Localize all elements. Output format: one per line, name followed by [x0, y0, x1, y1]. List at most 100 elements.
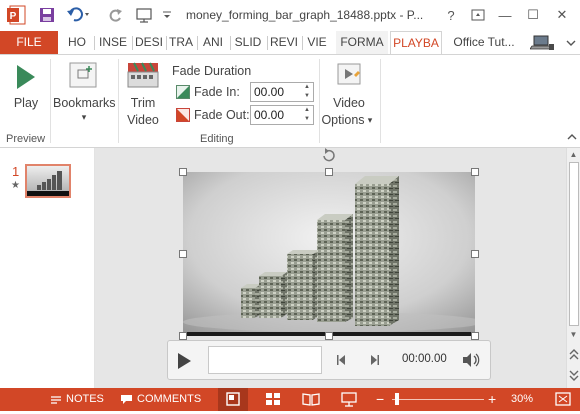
video-frame[interactable]: [183, 172, 475, 336]
maximize-button[interactable]: ☐: [522, 4, 544, 26]
tab-design[interactable]: DESI: [134, 31, 164, 54]
normal-view-button[interactable]: [218, 388, 248, 411]
chevron-down-icon[interactable]: [565, 37, 577, 49]
add-bookmark-icon[interactable]: [67, 61, 99, 89]
resize-handle-e[interactable]: [471, 250, 479, 258]
video-options-line1[interactable]: Video: [322, 95, 376, 111]
tab-review[interactable]: REVI: [269, 31, 299, 54]
account-avatar-icon[interactable]: [529, 34, 556, 52]
tab-slideshow[interactable]: SLID: [232, 31, 264, 54]
group-label-editing: Editing: [200, 133, 234, 145]
qat-customize-icon[interactable]: [160, 5, 174, 25]
zoom-out-button[interactable]: −: [376, 392, 384, 406]
window-title: money_forming_bar_graph_18488.pptx - P..…: [186, 8, 424, 22]
reading-view-button[interactable]: [296, 388, 326, 411]
next-slide-icon[interactable]: [568, 368, 580, 382]
reading-view-icon: [302, 393, 320, 406]
comments-label: COMMENTS: [137, 393, 202, 405]
status-bar: NOTES COMMENTS − + 30%: [0, 388, 580, 411]
notes-icon: [51, 395, 61, 404]
scroll-down-icon[interactable]: ▼: [568, 330, 579, 340]
zoom-slider-thumb[interactable]: [395, 393, 399, 405]
resize-handle-ne[interactable]: [471, 168, 479, 176]
resize-handle-se[interactable]: [471, 332, 479, 340]
slide-thumbnail-pane: 1 ★: [0, 148, 95, 388]
slide-thumbnail[interactable]: [25, 164, 71, 198]
vertical-scrollbar[interactable]: ▲ ▼: [566, 148, 580, 388]
scroll-thumb[interactable]: [569, 162, 579, 326]
comments-button[interactable]: COMMENTS: [120, 388, 201, 411]
bar-3: [287, 250, 319, 320]
svg-text:P: P: [10, 11, 17, 22]
save-icon[interactable]: [36, 5, 58, 25]
ribbon-tabs: FILE HO INSE DESI TRA ANI SLID REVI VIE …: [0, 31, 580, 55]
playback-time: 00:00.00: [402, 353, 447, 365]
progress-bar[interactable]: [208, 346, 322, 374]
redo-icon[interactable]: [106, 5, 126, 25]
move-forward-icon[interactable]: [368, 354, 380, 366]
previous-slide-icon[interactable]: [568, 348, 580, 362]
trim-video-icon[interactable]: [126, 61, 160, 89]
play-button[interactable]: Play: [6, 95, 46, 111]
zoom-level[interactable]: 30%: [511, 393, 533, 405]
fade-in-input[interactable]: 00.00 ▲ ▼: [250, 82, 314, 102]
start-from-beginning-icon[interactable]: [133, 5, 155, 25]
video-options-icon[interactable]: [334, 61, 364, 89]
fade-out-input[interactable]: 00.00 ▲ ▼: [250, 105, 314, 125]
resize-handle-nw[interactable]: [179, 168, 187, 176]
fit-to-window-icon: [555, 392, 571, 406]
close-button[interactable]: ✕: [551, 4, 573, 26]
volume-icon[interactable]: [462, 352, 480, 368]
fade-in-spinner-icon[interactable]: ▲ ▼: [301, 83, 313, 101]
bookmarks-dropdown-icon[interactable]: ▾: [53, 109, 115, 125]
normal-view-icon: [226, 392, 240, 406]
tab-transitions[interactable]: TRA: [168, 31, 194, 54]
video-options-line2[interactable]: Options: [320, 112, 366, 128]
help-button[interactable]: ?: [440, 4, 462, 26]
tab-animations[interactable]: ANI: [199, 31, 227, 54]
notes-label: NOTES: [66, 393, 104, 405]
tab-view[interactable]: VIE: [304, 31, 330, 54]
comments-icon: [121, 395, 132, 404]
slide-show-button[interactable]: [334, 388, 364, 411]
zoom-slider[interactable]: [392, 399, 484, 400]
fade-in-label: Fade In:: [194, 85, 240, 99]
slide-editor-area: 00:00.00: [95, 148, 566, 388]
fade-out-spinner-icon[interactable]: ▲ ▼: [301, 106, 313, 124]
account-name[interactable]: Office Tut...: [448, 31, 520, 54]
video-options-dropdown-icon[interactable]: ▾: [365, 112, 375, 128]
resize-handle-w[interactable]: [179, 250, 187, 258]
fade-out-label: Fade Out:: [194, 108, 250, 122]
trim-video-line1[interactable]: Trim: [122, 95, 164, 111]
move-back-icon[interactable]: [336, 354, 348, 366]
play-icon[interactable]: [13, 63, 39, 91]
fade-in-icon: [176, 85, 190, 99]
fade-out-icon: [176, 108, 190, 122]
collapse-ribbon-icon[interactable]: [566, 131, 578, 143]
rotate-handle-icon[interactable]: [321, 148, 337, 162]
minimize-button[interactable]: —: [494, 4, 516, 26]
resize-handle-s[interactable]: [325, 332, 333, 340]
tab-playback[interactable]: PLAYBA: [390, 31, 442, 55]
tab-file[interactable]: FILE: [0, 31, 58, 54]
powerpoint-logo-icon[interactable]: P: [4, 5, 30, 25]
group-label-preview: Preview: [6, 133, 46, 145]
undo-icon[interactable]: [64, 5, 94, 25]
notes-button[interactable]: NOTES: [50, 388, 104, 411]
resize-handle-n[interactable]: [325, 168, 333, 176]
trim-video-line2[interactable]: Video: [122, 112, 164, 128]
resize-handle-sw[interactable]: [179, 332, 187, 340]
fit-to-window-button[interactable]: [548, 388, 578, 411]
slide-sorter-button[interactable]: [258, 388, 288, 411]
ribbon-playback: Play Preview Bookmarks ▾ Trim Video Fade…: [0, 54, 580, 148]
play-pause-icon[interactable]: [176, 352, 192, 370]
fade-out-value: 00.00: [254, 108, 285, 122]
ribbon-display-options-button[interactable]: [467, 4, 489, 26]
scroll-up-icon[interactable]: ▲: [568, 150, 579, 160]
zoom-in-button[interactable]: +: [488, 392, 496, 406]
tab-format[interactable]: FORMA: [336, 31, 388, 54]
title-bar: P money_forming_bar_graph_18488.pptx - P…: [0, 0, 580, 31]
tab-insert[interactable]: INSE: [96, 31, 130, 54]
fade-duration-label: Fade Duration: [172, 64, 252, 78]
tab-home[interactable]: HO: [62, 31, 92, 54]
